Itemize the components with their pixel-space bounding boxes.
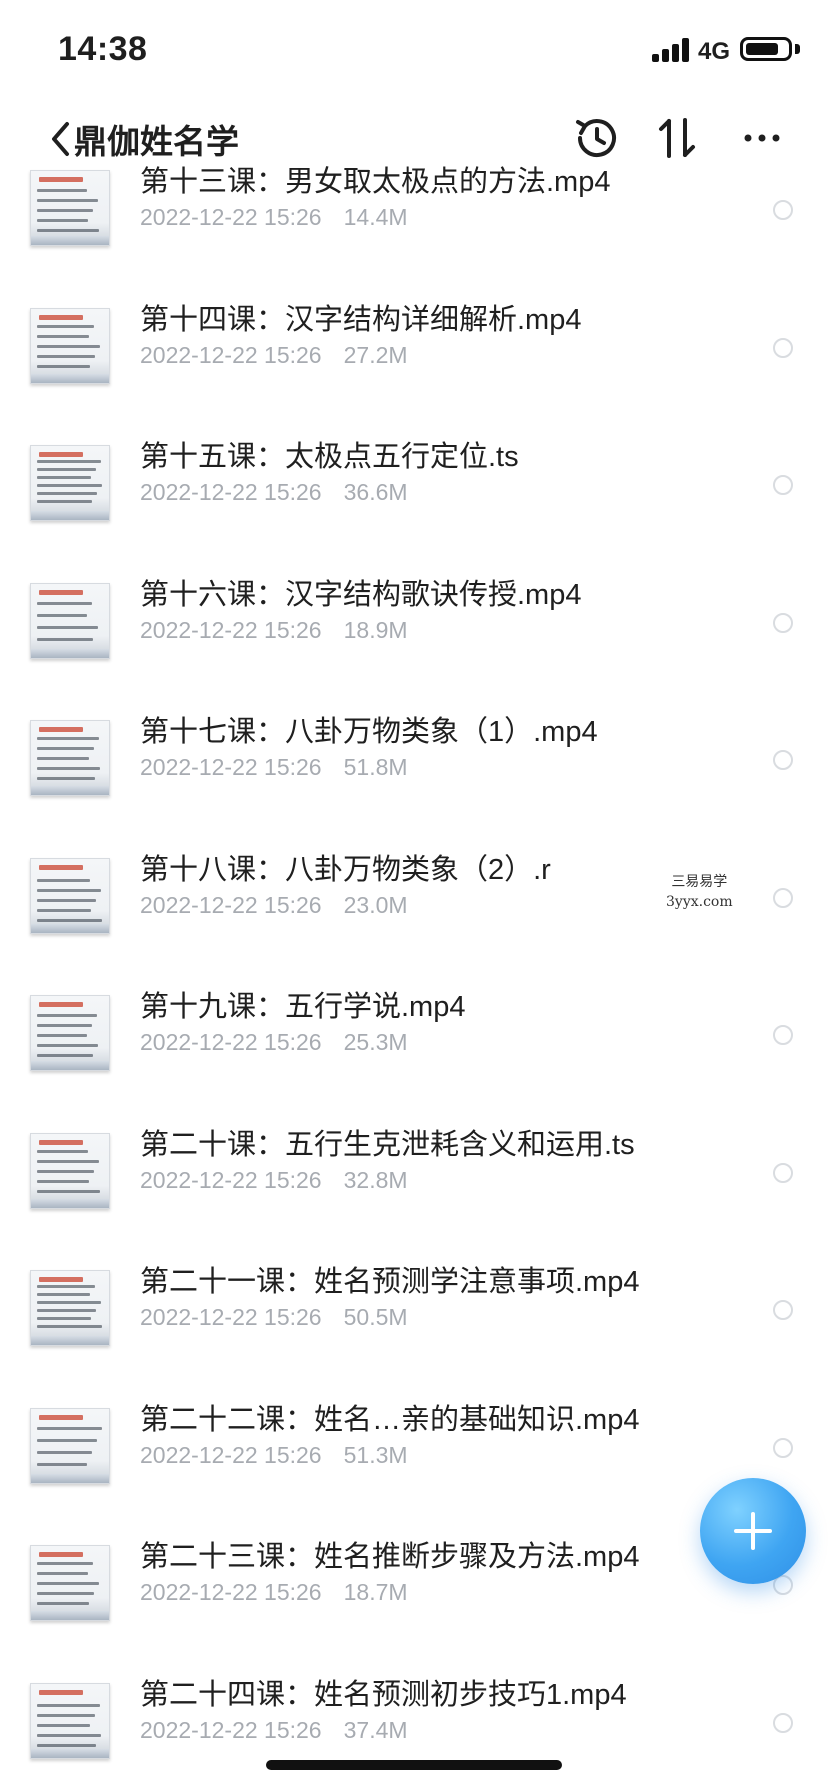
file-date: 2022-12-22 15:26 xyxy=(140,616,322,643)
file-size: 18.7M xyxy=(343,1579,408,1605)
file-name: 第十九课：五行学说.mp4 xyxy=(140,991,466,1023)
video-thumbnail xyxy=(30,170,110,246)
network-label: 4G xyxy=(698,38,731,65)
file-name: 第二十四课：姓名预测初步技巧1.mp4 xyxy=(140,1678,627,1711)
file-size: 25.3M xyxy=(343,1029,408,1055)
file-size: 51.8M xyxy=(343,754,408,780)
file-size: 27.2M xyxy=(343,341,408,368)
file-date: 2022-12-22 15:26 xyxy=(140,891,322,918)
battery-icon xyxy=(740,37,792,61)
file-item[interactable]: 第十三课：男女取太极点的方法.mp4 2022-12-22 15:26 14.4M xyxy=(0,148,828,286)
file-date: 2022-12-22 15:26 xyxy=(140,1029,322,1055)
file-name: 第二十二课：姓名…亲的基础知识.mp4 xyxy=(140,1403,640,1436)
file-size: 36.6M xyxy=(343,479,408,505)
file-name: 第十八课：八卦万物类象（2）.r xyxy=(140,853,551,886)
select-radio[interactable] xyxy=(773,887,793,908)
select-radio[interactable] xyxy=(773,750,793,770)
file-meta: 2022-12-22 15:26 25.3M xyxy=(140,1029,408,1056)
file-name: 第十六课：汉字结构歌诀传授.mp4 xyxy=(140,578,582,611)
file-name: 第十七课：八卦万物类象（1）.mp4 xyxy=(140,716,598,748)
select-radio[interactable] xyxy=(773,200,793,220)
file-meta: 2022-12-22 15:26 27.2M xyxy=(140,342,408,369)
file-meta: 2022-12-22 15:26 51.8M xyxy=(140,754,408,781)
file-date: 2022-12-22 15:26 xyxy=(140,341,322,368)
file-item[interactable]: 第十四课：汉字结构详细解析.mp4 2022-12-22 15:26 27.2M xyxy=(0,286,828,424)
select-radio[interactable] xyxy=(773,475,793,495)
battery-fill xyxy=(746,43,778,55)
select-radio[interactable] xyxy=(773,337,793,358)
file-size: 32.8M xyxy=(343,1166,408,1193)
file-meta: 2022-12-22 15:26 51.3M xyxy=(140,1442,408,1469)
file-item[interactable]: 第二十一课：姓名预测学注意事项.mp4 2022-12-22 15:26 50.5M xyxy=(0,1248,828,1386)
add-button[interactable] xyxy=(700,1478,806,1584)
file-name: 第二十三课：姓名推断步骤及方法.mp4 xyxy=(140,1541,640,1573)
status-bar: 14:38 4G xyxy=(0,0,828,100)
file-name: 第十五课：太极点五行定位.ts xyxy=(140,441,519,473)
file-date: 2022-12-22 15:26 xyxy=(140,204,322,230)
battery-tip xyxy=(795,44,800,54)
file-meta: 2022-12-22 15:26 14.4M xyxy=(140,204,408,231)
file-size: 23.0M xyxy=(343,891,408,918)
file-item[interactable]: 第十六课：汉字结构歌诀传授.mp4 2022-12-22 15:26 18.9M xyxy=(0,561,828,699)
video-thumbnail xyxy=(30,720,110,796)
file-item[interactable]: 第十五课：太极点五行定位.ts 2022-12-22 15:26 36.6M xyxy=(0,423,828,561)
file-meta: 2022-12-22 15:26 50.5M xyxy=(140,1304,408,1331)
watermark-line-1: 三易易学 xyxy=(671,874,728,890)
select-radio[interactable] xyxy=(773,1162,793,1183)
select-radio[interactable] xyxy=(773,1437,793,1458)
file-size: 37.4M xyxy=(343,1716,408,1743)
file-item[interactable]: 第二十课：五行生克泄耗含义和运用.ts 2022-12-22 15:26 32.8M xyxy=(0,1111,828,1249)
file-item[interactable]: 第十七课：八卦万物类象（1）.mp4 2022-12-22 15:26 51.8M xyxy=(0,698,828,836)
video-thumbnail xyxy=(30,307,110,384)
file-date: 2022-12-22 15:26 xyxy=(140,1166,322,1193)
home-indicator xyxy=(266,1760,562,1770)
watermark-line-2: 3yyx.com xyxy=(666,894,733,910)
file-date: 2022-12-22 15:26 xyxy=(140,1441,322,1468)
file-meta: 2022-12-22 15:26 32.8M xyxy=(140,1167,408,1194)
file-date: 2022-12-22 15:26 xyxy=(140,1304,322,1330)
file-size: 18.9M xyxy=(343,616,408,643)
file-meta: 2022-12-22 15:26 18.7M xyxy=(140,1579,408,1606)
select-radio[interactable] xyxy=(773,1712,793,1733)
video-thumbnail xyxy=(30,1545,110,1621)
file-size: 50.5M xyxy=(343,1304,408,1330)
video-thumbnail xyxy=(30,1407,110,1484)
video-thumbnail xyxy=(30,1132,110,1209)
video-thumbnail xyxy=(30,445,110,521)
watermark: 三易易学 3yyx.com xyxy=(666,872,733,912)
file-meta: 2022-12-22 15:26 36.6M xyxy=(140,479,408,506)
select-radio[interactable] xyxy=(773,1300,793,1320)
status-time: 14:38 xyxy=(58,30,148,68)
file-size: 51.3M xyxy=(343,1441,408,1468)
video-thumbnail xyxy=(30,857,110,934)
file-meta: 2022-12-22 15:26 18.9M xyxy=(140,617,408,644)
file-item[interactable]: 第十九课：五行学说.mp4 2022-12-22 15:26 25.3M xyxy=(0,973,828,1111)
file-date: 2022-12-22 15:26 xyxy=(140,754,322,780)
file-date: 2022-12-22 15:26 xyxy=(140,479,322,505)
select-radio[interactable] xyxy=(773,1025,793,1045)
file-item[interactable]: 第二十二课：姓名…亲的基础知识.mp4 2022-12-22 15:26 51.3M xyxy=(0,1386,828,1524)
file-meta: 2022-12-22 15:26 37.4M xyxy=(140,1717,408,1744)
file-date: 2022-12-22 15:26 xyxy=(140,1579,322,1605)
file-name: 第二十课：五行生克泄耗含义和运用.ts xyxy=(140,1128,635,1161)
select-radio[interactable] xyxy=(773,612,793,633)
file-date: 2022-12-22 15:26 xyxy=(140,1716,322,1743)
signal-icon xyxy=(652,38,692,62)
video-thumbnail xyxy=(30,1682,110,1759)
video-thumbnail xyxy=(30,995,110,1071)
file-size: 14.4M xyxy=(343,204,408,230)
plus-icon xyxy=(734,1512,772,1550)
file-name: 第二十一课：姓名预测学注意事项.mp4 xyxy=(140,1266,640,1298)
video-thumbnail xyxy=(30,1270,110,1346)
file-name: 第十四课：汉字结构详细解析.mp4 xyxy=(140,303,582,336)
video-thumbnail xyxy=(30,582,110,659)
file-name: 第十三课：男女取太极点的方法.mp4 xyxy=(140,166,611,198)
file-item[interactable]: 第二十四课：姓名预测初步技巧1.mp4 2022-12-22 15:26 37.4M xyxy=(0,1661,828,1792)
file-meta: 2022-12-22 15:26 23.0M xyxy=(140,892,408,919)
